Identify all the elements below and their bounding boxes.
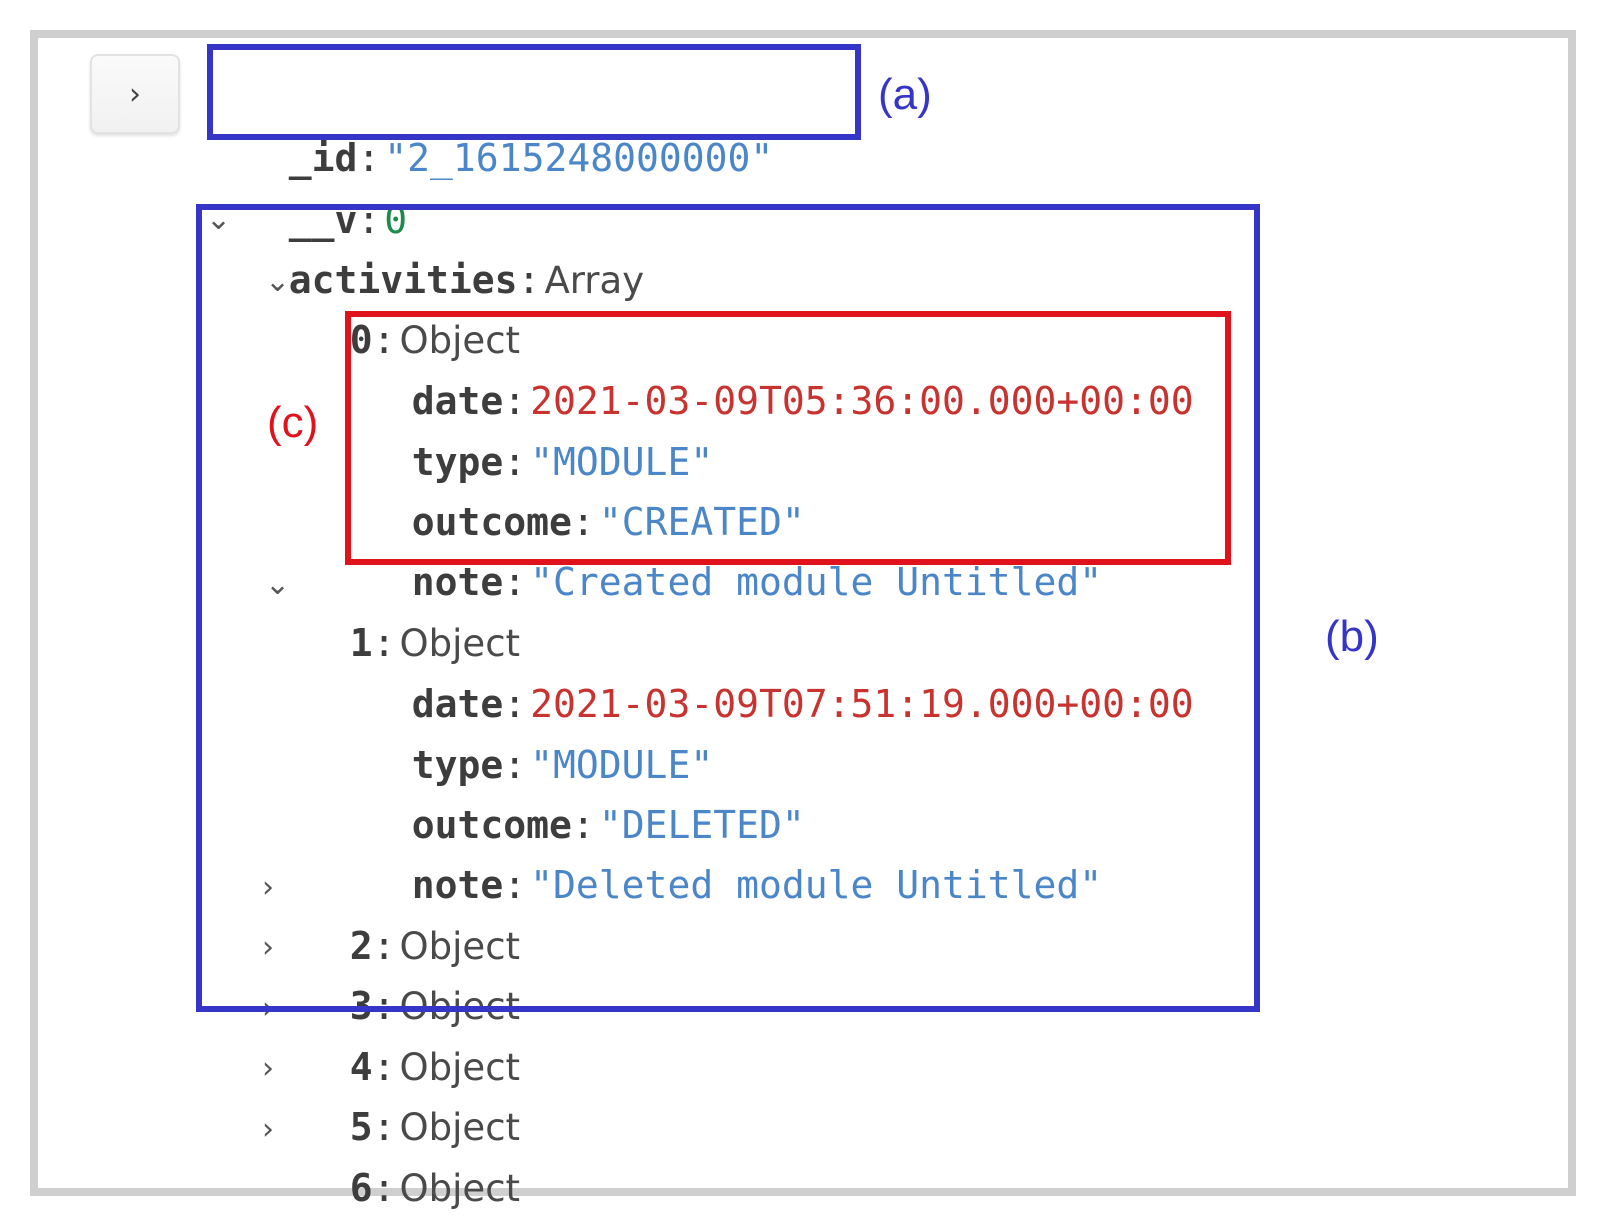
annotation-label-c: (c) (267, 398, 319, 447)
chevron-right-icon: › (129, 76, 141, 112)
array-item-6[interactable]: 6: Object (304, 1098, 520, 1210)
annotation-box-c (345, 311, 1231, 565)
chevron-right-icon[interactable]: › (262, 1100, 274, 1160)
expand-document-button[interactable]: › (90, 54, 180, 134)
annotation-label-b: (b) (1325, 612, 1379, 661)
annotation-label-a: (a) (878, 70, 932, 119)
array-item-5[interactable]: 5: Object (304, 1037, 520, 1149)
chevron-right-icon[interactable]: › (262, 1039, 274, 1099)
field-value: "2_1615248000000" (384, 136, 774, 180)
annotation-box-a (207, 44, 861, 140)
